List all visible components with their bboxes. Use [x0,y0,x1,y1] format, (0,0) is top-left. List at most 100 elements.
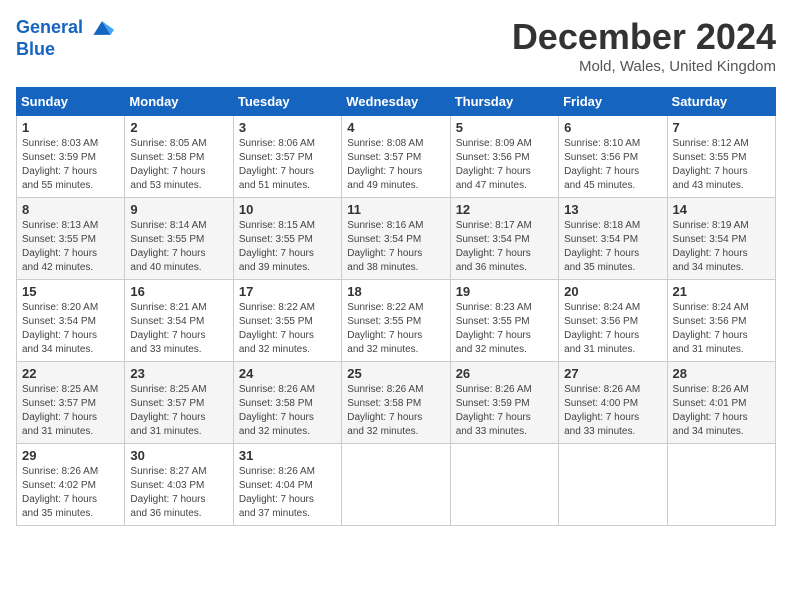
day-number: 20 [564,284,661,299]
day-number: 5 [456,120,553,135]
calendar-cell: 9 Sunrise: 8:14 AM Sunset: 3:55 PM Daylig… [125,198,233,280]
calendar-cell: 18 Sunrise: 8:22 AM Sunset: 3:55 PM Dayli… [342,280,450,362]
calendar-cell: 14Sunrise: 8:19 AM Sunset: 3:54 PM Dayli… [667,198,775,280]
day-info: Sunrise: 8:08 AM Sunset: 3:57 PM Dayligh… [347,137,444,193]
day-info: Sunrise: 8:10 AM Sunset: 3:56 PM Dayligh… [564,137,661,193]
day-number: 1 [22,120,119,135]
calendar-cell: 15 Sunrise: 8:20 AM Sunset: 3:54 PM Dayli… [17,280,125,362]
calendar-cell: 2Sunrise: 8:05 AM Sunset: 3:58 PM Daylig… [125,116,233,198]
day-info: Sunrise: 8:22 AM Sunset: 3:55 PM Dayligh… [239,301,336,357]
day-number: 6 [564,120,661,135]
day-info: Sunrise: 8:26 AM Sunset: 4:02 PM Dayligh… [22,465,119,521]
day-number: 10 [239,202,336,217]
day-info: Sunrise: 8:26 AM Sunset: 4:00 PM Dayligh… [564,383,661,439]
day-info: Sunrise: 8:17 AM Sunset: 3:54 PM Dayligh… [456,219,553,275]
day-info: Sunrise: 8:09 AM Sunset: 3:56 PM Dayligh… [456,137,553,193]
page-header: General Blue December 2024 Mold, Wales, … [16,16,776,75]
calendar-cell: 5 Sunrise: 8:09 AM Sunset: 3:56 PM Daylig… [450,116,558,198]
calendar-cell [559,444,667,526]
day-info: Sunrise: 8:18 AM Sunset: 3:54 PM Dayligh… [564,219,661,275]
calendar-cell: 29 Sunrise: 8:26 AM Sunset: 4:02 PM Dayli… [17,444,125,526]
day-info: Sunrise: 8:26 AM Sunset: 3:59 PM Dayligh… [456,383,553,439]
day-number: 9 [130,202,227,217]
col-header-saturday: Saturday [667,88,775,116]
day-info: Sunrise: 8:27 AM Sunset: 4:03 PM Dayligh… [130,465,227,521]
logo-general: General [16,17,83,37]
day-number: 15 [22,284,119,299]
calendar-cell [450,444,558,526]
day-number: 3 [239,120,336,135]
day-number: 17 [239,284,336,299]
col-header-monday: Monday [125,88,233,116]
calendar-cell: 27 Sunrise: 8:26 AM Sunset: 4:00 PM Dayli… [559,362,667,444]
calendar-cell: 1 Sunrise: 8:03 AM Sunset: 3:59 PM Daylig… [17,116,125,198]
col-header-tuesday: Tuesday [233,88,341,116]
calendar-cell: 23 Sunrise: 8:25 AM Sunset: 3:57 PM Dayli… [125,362,233,444]
calendar-cell: 4 Sunrise: 8:08 AM Sunset: 3:57 PM Daylig… [342,116,450,198]
day-info: Sunrise: 8:03 AM Sunset: 3:59 PM Dayligh… [22,137,119,193]
calendar-cell: 24 Sunrise: 8:26 AM Sunset: 3:58 PM Dayli… [233,362,341,444]
calendar-cell: 3 Sunrise: 8:06 AM Sunset: 3:57 PM Daylig… [233,116,341,198]
calendar-cell: 11 Sunrise: 8:16 AM Sunset: 3:54 PM Dayli… [342,198,450,280]
day-info: Sunrise: 8:26 AM Sunset: 3:58 PM Dayligh… [347,383,444,439]
day-info: Sunrise: 8:22 AM Sunset: 3:55 PM Dayligh… [347,301,444,357]
logo: General Blue [16,16,114,60]
calendar-cell: 17 Sunrise: 8:22 AM Sunset: 3:55 PM Dayli… [233,280,341,362]
day-number: 27 [564,366,661,381]
day-number: 31 [239,448,336,463]
day-info: Sunrise: 8:25 AM Sunset: 3:57 PM Dayligh… [130,383,227,439]
col-header-friday: Friday [559,88,667,116]
calendar-cell: 12Sunrise: 8:17 AM Sunset: 3:54 PM Dayli… [450,198,558,280]
day-number: 21 [673,284,770,299]
calendar-cell: 13Sunrise: 8:18 AM Sunset: 3:54 PM Dayli… [559,198,667,280]
day-number: 16 [130,284,227,299]
day-info: Sunrise: 8:23 AM Sunset: 3:55 PM Dayligh… [456,301,553,357]
day-number: 11 [347,202,444,217]
day-info: Sunrise: 8:20 AM Sunset: 3:54 PM Dayligh… [22,301,119,357]
day-number: 29 [22,448,119,463]
calendar-table: SundayMondayTuesdayWednesdayThursdayFrid… [16,87,776,526]
col-header-wednesday: Wednesday [342,88,450,116]
day-info: Sunrise: 8:26 AM Sunset: 4:01 PM Dayligh… [673,383,770,439]
calendar-cell [342,444,450,526]
day-info: Sunrise: 8:05 AM Sunset: 3:58 PM Dayligh… [130,137,227,193]
calendar-cell: 26 Sunrise: 8:26 AM Sunset: 3:59 PM Dayli… [450,362,558,444]
calendar-cell: 7 Sunrise: 8:12 AM Sunset: 3:55 PM Daylig… [667,116,775,198]
month-title: December 2024 [512,16,776,58]
title-block: December 2024 Mold, Wales, United Kingdo… [512,16,776,75]
location: Mold, Wales, United Kingdom [512,58,776,75]
calendar-cell: 25 Sunrise: 8:26 AM Sunset: 3:58 PM Dayli… [342,362,450,444]
day-info: Sunrise: 8:06 AM Sunset: 3:57 PM Dayligh… [239,137,336,193]
calendar-cell: 20 Sunrise: 8:24 AM Sunset: 3:56 PM Dayli… [559,280,667,362]
day-info: Sunrise: 8:14 AM Sunset: 3:55 PM Dayligh… [130,219,227,275]
calendar-cell [667,444,775,526]
day-number: 25 [347,366,444,381]
logo-blue: Blue [16,39,55,59]
day-number: 30 [130,448,227,463]
calendar-cell: 31 Sunrise: 8:26 AM Sunset: 4:04 PM Dayli… [233,444,341,526]
day-info: Sunrise: 8:26 AM Sunset: 4:04 PM Dayligh… [239,465,336,521]
day-info: Sunrise: 8:13 AM Sunset: 3:55 PM Dayligh… [22,219,119,275]
col-header-sunday: Sunday [17,88,125,116]
day-info: Sunrise: 8:12 AM Sunset: 3:55 PM Dayligh… [673,137,770,193]
calendar-cell: 6 Sunrise: 8:10 AM Sunset: 3:56 PM Daylig… [559,116,667,198]
day-info: Sunrise: 8:24 AM Sunset: 3:56 PM Dayligh… [564,301,661,357]
day-info: Sunrise: 8:25 AM Sunset: 3:57 PM Dayligh… [22,383,119,439]
calendar-cell: 28Sunrise: 8:26 AM Sunset: 4:01 PM Dayli… [667,362,775,444]
day-number: 4 [347,120,444,135]
calendar-cell: 22 Sunrise: 8:25 AM Sunset: 3:57 PM Dayli… [17,362,125,444]
day-info: Sunrise: 8:15 AM Sunset: 3:55 PM Dayligh… [239,219,336,275]
day-number: 26 [456,366,553,381]
calendar-cell: 30 Sunrise: 8:27 AM Sunset: 4:03 PM Dayli… [125,444,233,526]
day-number: 23 [130,366,227,381]
day-number: 7 [673,120,770,135]
day-info: Sunrise: 8:16 AM Sunset: 3:54 PM Dayligh… [347,219,444,275]
calendar-cell: 21Sunrise: 8:24 AM Sunset: 3:56 PM Dayli… [667,280,775,362]
day-info: Sunrise: 8:21 AM Sunset: 3:54 PM Dayligh… [130,301,227,357]
day-number: 22 [22,366,119,381]
day-number: 18 [347,284,444,299]
day-number: 14 [673,202,770,217]
calendar-cell: 16 Sunrise: 8:21 AM Sunset: 3:54 PM Dayli… [125,280,233,362]
day-info: Sunrise: 8:26 AM Sunset: 3:58 PM Dayligh… [239,383,336,439]
day-number: 24 [239,366,336,381]
